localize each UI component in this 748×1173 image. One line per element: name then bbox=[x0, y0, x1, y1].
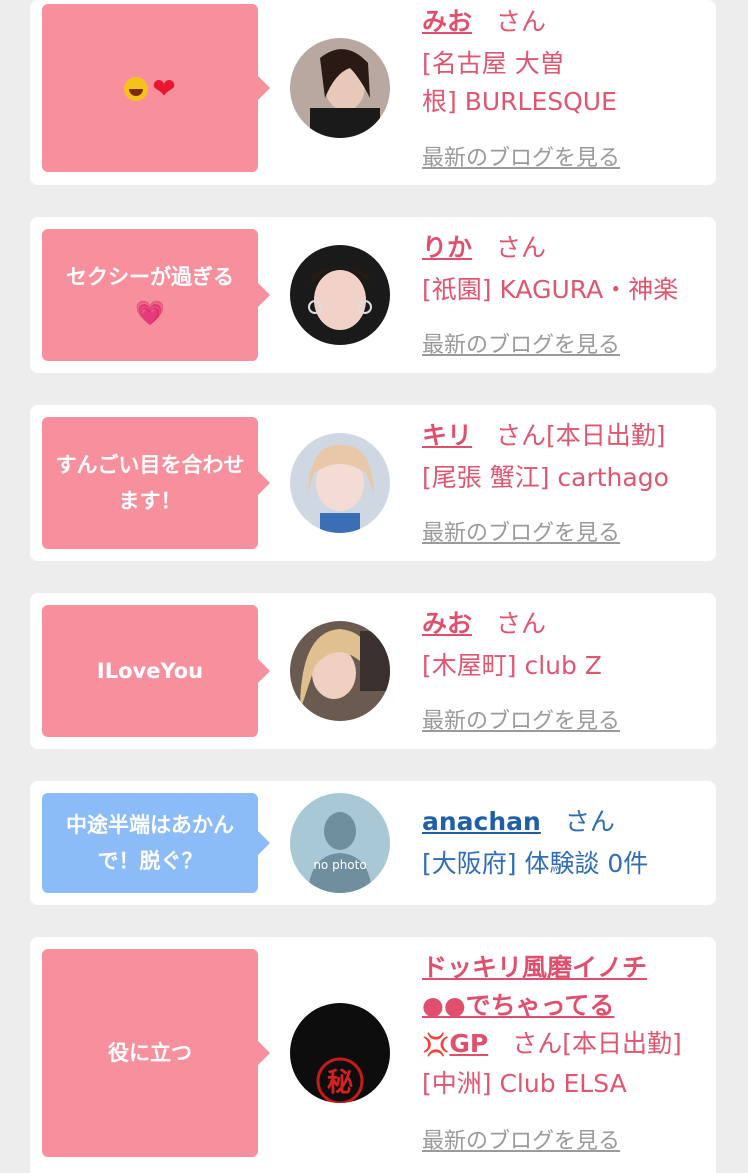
latest-blog-link[interactable]: 最新のブログを見る bbox=[422, 515, 620, 547]
anger-symbol-icon: 💢 bbox=[422, 1033, 450, 1058]
red-heart-icon: ❤ bbox=[152, 71, 176, 105]
comment-bubble: 役に立つ bbox=[42, 949, 270, 1157]
comment-bubble: すんごい目を合わせます！ bbox=[42, 417, 270, 549]
comment-text: ILoveYou bbox=[96, 659, 204, 683]
honorific: さん bbox=[512, 1029, 563, 1058]
user-name-link[interactable]: みお bbox=[422, 609, 472, 638]
avatar[interactable] bbox=[290, 245, 390, 345]
user-info: anachan さん [大阪府] 体験談 0件 bbox=[422, 803, 706, 883]
honorific: さん bbox=[564, 807, 615, 836]
comment-bubble: ILoveYou bbox=[42, 605, 270, 737]
comment-bubble: ❤ bbox=[42, 4, 270, 172]
user-name-link[interactable]: キリ bbox=[422, 421, 472, 450]
honorific: さん bbox=[496, 609, 547, 638]
location-line: [尾張 蟹江] carthago bbox=[422, 463, 669, 492]
avatar[interactable]: 秘 bbox=[290, 1003, 390, 1103]
comment-text: 役に立つ bbox=[108, 1041, 192, 1065]
avatar[interactable] bbox=[290, 38, 390, 138]
comment-text: 中途半端はあかんで！脱ぐ？ bbox=[66, 813, 234, 873]
work-status: [本日出勤] bbox=[562, 1029, 682, 1058]
location-line: [名古屋 大曽 bbox=[422, 49, 565, 78]
user-name-link[interactable]: anachan bbox=[422, 807, 541, 836]
user-info: ドッキリ風磨イノチ ●●でちゃってる 💢GP さん[本日出勤] [中洲] Club… bbox=[422, 949, 706, 1103]
honorific: さん bbox=[496, 233, 547, 262]
comment-text: すんごい目を合わせます！ bbox=[55, 453, 245, 513]
comment-text: セクシーが過ぎる bbox=[66, 264, 234, 289]
avatar[interactable] bbox=[290, 621, 390, 721]
latest-blog-link[interactable]: 最新のブログを見る bbox=[422, 327, 620, 359]
user-name-link[interactable]: ●●でちゃってる bbox=[422, 991, 614, 1020]
location-line: 根] BURLESQUE bbox=[422, 87, 617, 116]
laughing-face-icon bbox=[124, 76, 149, 101]
no-photo-label: no photo bbox=[313, 858, 366, 872]
honorific: さん bbox=[496, 7, 547, 36]
comment-bubble: セクシーが過ぎる 💗 bbox=[42, 229, 270, 361]
secret-seal-label: 秘 bbox=[327, 1067, 353, 1098]
sparkling-heart-icon: 💗 bbox=[135, 298, 165, 327]
user-info: みお さん [名古屋 大曽 根] BURLESQUE bbox=[422, 3, 706, 121]
user-name-link[interactable]: みお bbox=[422, 7, 472, 36]
user-info: みお さん [木屋町] club Z bbox=[422, 605, 706, 685]
latest-blog-link[interactable]: 最新のブログを見る bbox=[422, 703, 620, 735]
comment-bubble: 中途半端はあかんで！脱ぐ？ bbox=[42, 793, 270, 893]
location-line: [大阪府] 体験談 0件 bbox=[422, 849, 649, 878]
latest-blog-link[interactable]: 最新のブログを見る bbox=[422, 140, 620, 172]
blog-card: すんごい目を合わせます！ キリ さん[本日出勤] [尾張 蟹江] carthago… bbox=[30, 405, 716, 561]
latest-blog-link[interactable]: 最新のブログを見る bbox=[422, 1123, 620, 1155]
blog-card: 中途半端はあかんで！脱ぐ？ no photo anachan さん [大阪府] 体… bbox=[30, 781, 716, 905]
blog-card: セクシーが過ぎる 💗 りか さん [祇園] KAGURA・神楽 最新のブログを見る bbox=[30, 217, 716, 373]
blog-card: ILoveYou みお さん [木屋町] club Z 最新のブログを見る bbox=[30, 593, 716, 749]
user-info: りか さん [祇園] KAGURA・神楽 bbox=[422, 229, 706, 309]
blog-card: ❤ みお さん [名古屋 大曽 根] BURLESQUE 最新のブログを見る bbox=[30, 0, 716, 185]
user-info: キリ さん[本日出勤] [尾張 蟹江] carthago bbox=[422, 417, 706, 497]
user-name-link[interactable]: GP bbox=[449, 1029, 488, 1058]
user-name-link[interactable]: ドッキリ風磨イノチ bbox=[422, 953, 647, 982]
honorific: さん bbox=[496, 421, 547, 450]
location-line: [中洲] Club ELSA bbox=[422, 1069, 627, 1098]
location-line: [木屋町] club Z bbox=[422, 651, 602, 680]
work-status: [本日出勤] bbox=[546, 421, 666, 450]
avatar[interactable] bbox=[290, 433, 390, 533]
user-name-link[interactable]: りか bbox=[422, 233, 472, 262]
blog-card: 役に立つ 秘 ドッキリ風磨イノチ ●●でちゃってる 💢GP さん[本日出勤] [中… bbox=[30, 937, 716, 1173]
avatar[interactable]: no photo bbox=[290, 793, 390, 893]
location-line: [祇園] KAGURA・神楽 bbox=[422, 275, 679, 304]
